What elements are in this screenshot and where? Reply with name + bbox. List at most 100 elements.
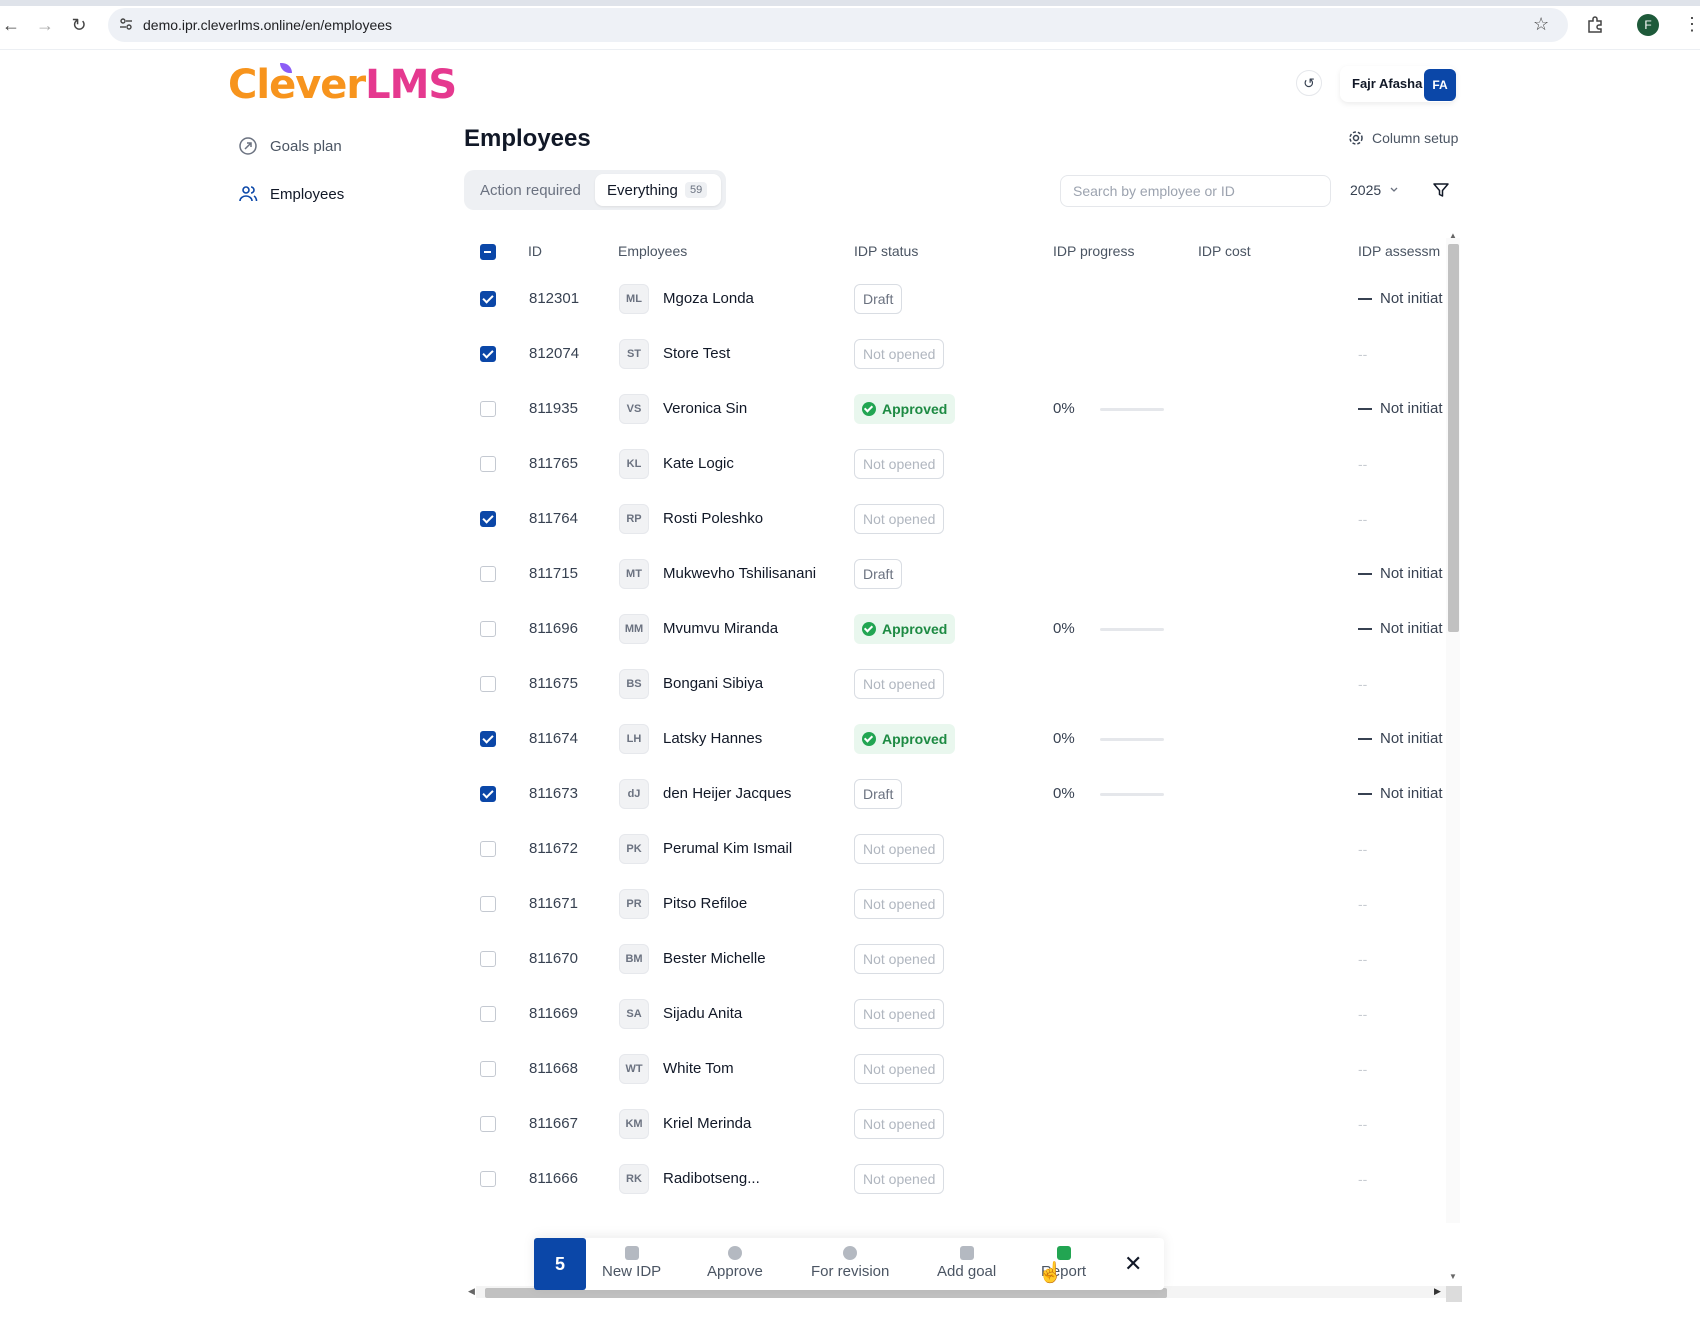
site-info-icon[interactable]	[118, 16, 134, 32]
employee-name[interactable]: Bester Michelle	[663, 950, 766, 967]
employee-name[interactable]: Veronica Sin	[663, 400, 747, 417]
avatar: VS	[619, 394, 649, 424]
row-checkbox[interactable]	[480, 841, 496, 857]
extensions-icon[interactable]	[1585, 14, 1605, 34]
select-all-checkbox[interactable]	[480, 244, 496, 260]
assessment-empty: --	[1358, 1116, 1368, 1132]
scroll-up-icon[interactable]: ▲	[1449, 231, 1457, 240]
row-checkbox[interactable]	[480, 621, 496, 637]
check-circle-icon	[862, 622, 876, 636]
row-checkbox[interactable]	[480, 951, 496, 967]
back-icon[interactable]: ←	[0, 14, 22, 36]
table-row[interactable]: 811667 KM Kriel Merinda Not opened --	[464, 1097, 1460, 1152]
sidebar-item-goals-plan[interactable]: Goals plan	[238, 131, 342, 161]
table-row[interactable]: 811765 KL Kate Logic Not opened --	[464, 437, 1460, 492]
history-icon[interactable]: ↺	[1296, 70, 1322, 96]
browser-menu-icon[interactable]: ⋮	[1683, 14, 1700, 35]
employee-name[interactable]: den Heijer Jacques	[663, 785, 791, 802]
table-row[interactable]: 811669 SA Sijadu Anita Not opened --	[464, 987, 1460, 1042]
scroll-left-icon[interactable]: ◀	[468, 1286, 475, 1297]
table-row[interactable]: 811715 MT Mukwevho Tshilisanani Draft Not in…	[464, 547, 1460, 602]
tab-action-required[interactable]: Action required	[480, 182, 581, 199]
user-name[interactable]: Fajr Afasha	[1352, 76, 1422, 91]
row-checkbox[interactable]	[480, 401, 496, 417]
employee-name[interactable]: Kate Logic	[663, 455, 734, 472]
employee-name[interactable]: Mgoza Londa	[663, 290, 754, 307]
assessment-status: Not initiat	[1358, 730, 1443, 747]
table-row[interactable]: 811696 MM Mvumvu Miranda Approved 0% Not init…	[464, 602, 1460, 657]
table-row[interactable]: 811668 WT White Tom Not opened --	[464, 1042, 1460, 1097]
status-badge: Not opened	[854, 1164, 945, 1194]
app-logo[interactable]: CleverLMS	[228, 62, 457, 108]
employee-name[interactable]: Kriel Merinda	[663, 1115, 751, 1132]
tab-count-badge: 59	[685, 182, 708, 198]
row-checkbox[interactable]	[480, 786, 496, 802]
table-row[interactable]: 811673 dJ den Heijer Jacques Draft 0% Not ini…	[464, 767, 1460, 822]
logo-part-2: LMS	[365, 62, 457, 108]
browser-profile-icon[interactable]: F	[1637, 14, 1659, 36]
new-idp-button[interactable]: New IDP	[602, 1246, 661, 1280]
employee-name[interactable]: Perumal Kim Ismail	[663, 840, 792, 857]
scroll-right-icon[interactable]: ▶	[1434, 1286, 1441, 1297]
row-checkbox[interactable]	[480, 731, 496, 747]
row-checkbox[interactable]	[480, 456, 496, 472]
table-row[interactable]: 811764 RP Rosti Poleshko Not opened --	[464, 492, 1460, 547]
table-row[interactable]: 812301 ML Mgoza Londa Draft Not initiat	[464, 272, 1460, 327]
year-select[interactable]: 2025	[1350, 182, 1399, 198]
employee-name[interactable]: Store Test	[663, 345, 730, 362]
employee-name[interactable]: White Tom	[663, 1060, 734, 1077]
table-row[interactable]: 811674 LH Latsky Hannes Approved 0% Not initi…	[464, 712, 1460, 767]
row-checkbox[interactable]	[480, 566, 496, 582]
chevron-down-icon	[1390, 187, 1398, 192]
col-header-idp-assessment[interactable]: IDP assessm	[1358, 243, 1440, 259]
row-checkbox[interactable]	[480, 676, 496, 692]
row-checkbox[interactable]	[480, 1006, 496, 1022]
employee-name[interactable]: Mvumvu Miranda	[663, 620, 778, 637]
employee-name[interactable]: Pitso Refiloe	[663, 895, 747, 912]
col-header-idp-progress[interactable]: IDP progress	[1053, 243, 1134, 259]
employee-name[interactable]: Sijadu Anita	[663, 1005, 742, 1022]
table-row[interactable]: 811672 PK Perumal Kim Ismail Not opened --	[464, 822, 1460, 877]
employee-name[interactable]: Radibotseng...	[663, 1170, 760, 1187]
col-header-idp-status[interactable]: IDP status	[854, 243, 918, 259]
col-header-id[interactable]: ID	[528, 243, 542, 259]
reload-icon[interactable]: ↻	[68, 14, 90, 36]
col-header-employees[interactable]: Employees	[618, 243, 687, 259]
row-checkbox[interactable]	[480, 1116, 496, 1132]
revision-icon	[843, 1246, 858, 1260]
row-checkbox[interactable]	[480, 346, 496, 362]
row-checkbox[interactable]	[480, 511, 496, 527]
approve-button[interactable]: Approve	[707, 1246, 763, 1280]
column-setup-button[interactable]: Column setup	[1348, 130, 1458, 146]
tab-everything-label[interactable]: Everything	[607, 182, 678, 199]
employee-name[interactable]: Rosti Poleshko	[663, 510, 763, 527]
table-row[interactable]: 811670 BM Bester Michelle Not opened --	[464, 932, 1460, 987]
row-checkbox[interactable]	[480, 896, 496, 912]
table-row[interactable]: 811671 PR Pitso Refiloe Not opened --	[464, 877, 1460, 932]
bookmark-star-icon[interactable]: ☆	[1533, 14, 1549, 35]
filter-icon[interactable]	[1432, 181, 1450, 199]
employee-id: 811667	[529, 1115, 578, 1132]
progress-value: 0%	[1053, 730, 1075, 747]
table-row[interactable]: 811675 BS Bongani Sibiya Not opened --	[464, 657, 1460, 712]
table-row[interactable]: 811935 VS Veronica Sin Approved 0% Not initia…	[464, 382, 1460, 437]
vertical-scroll-thumb[interactable]	[1448, 244, 1459, 632]
employee-name[interactable]: Mukwevho Tshilisanani	[663, 565, 816, 582]
employee-name[interactable]: Latsky Hannes	[663, 730, 762, 747]
forward-icon[interactable]: →	[34, 14, 56, 36]
row-checkbox[interactable]	[480, 1171, 496, 1187]
table-row[interactable]: 812074 ST Store Test Not opened --	[464, 327, 1460, 382]
close-icon[interactable]: ✕	[1124, 1251, 1142, 1277]
scroll-down-icon[interactable]: ▼	[1449, 1272, 1457, 1281]
table-row[interactable]: 811666 RK Radibotseng... Not opened --	[464, 1152, 1460, 1207]
user-avatar[interactable]: FA	[1424, 69, 1456, 101]
sidebar-item-employees[interactable]: Employees	[238, 179, 344, 209]
for-revision-button[interactable]: For revision	[811, 1246, 889, 1280]
assessment-empty: --	[1358, 896, 1368, 912]
row-checkbox[interactable]	[480, 291, 496, 307]
add-goal-button[interactable]: Add goal	[937, 1246, 996, 1280]
col-header-idp-cost[interactable]: IDP cost	[1198, 243, 1251, 259]
employee-name[interactable]: Bongani Sibiya	[663, 675, 763, 692]
search-input[interactable]	[1060, 175, 1331, 207]
row-checkbox[interactable]	[480, 1061, 496, 1077]
